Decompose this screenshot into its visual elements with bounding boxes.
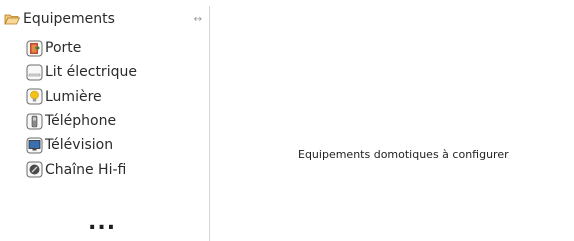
folder-open-icon <box>4 14 20 25</box>
television-icon <box>26 137 43 154</box>
tree-item-television[interactable]: Télévision <box>26 133 137 157</box>
more-items-indicator: ... <box>88 210 117 235</box>
telephone-icon <box>26 113 43 130</box>
tree-item-label: Téléphone <box>45 113 117 130</box>
tree-item-label: Télévision <box>45 137 114 154</box>
collapse-toggle-icon[interactable]: ↔ <box>194 14 202 25</box>
tree-item-label: Chaîne Hi-fi <box>45 161 127 178</box>
tree-item-label: Porte <box>45 40 82 57</box>
tree-item-lit-electrique[interactable]: Lit électrique <box>26 60 137 84</box>
door-icon <box>26 40 43 57</box>
tree-root-row[interactable]: Equipements ↔ <box>2 8 207 30</box>
tree-item-lumiere[interactable]: Lumière <box>26 85 137 109</box>
tree-item-porte[interactable]: Porte <box>26 36 137 60</box>
light-bulb-icon <box>26 88 43 105</box>
tree-item-label: Lumière <box>45 88 102 105</box>
main-hint-text: Equipements domotiques à configurer <box>298 148 509 161</box>
hifi-icon <box>26 161 43 178</box>
tree-item-telephone[interactable]: Téléphone <box>26 109 137 133</box>
bed-icon <box>26 64 43 81</box>
tree-item-chaine-hifi[interactable]: Chaîne Hi-fi <box>26 157 137 181</box>
app-window: Equipements ↔ Porte Lit électrique Lumiè… <box>0 0 574 241</box>
tree-item-label: Lit électrique <box>45 64 137 81</box>
equipment-tree-panel: Equipements ↔ Porte Lit électrique Lumiè… <box>0 6 210 241</box>
tree-root-label: Equipements <box>23 11 115 27</box>
equipment-list: Porte Lit électrique Lumière Téléphone T… <box>26 36 137 182</box>
